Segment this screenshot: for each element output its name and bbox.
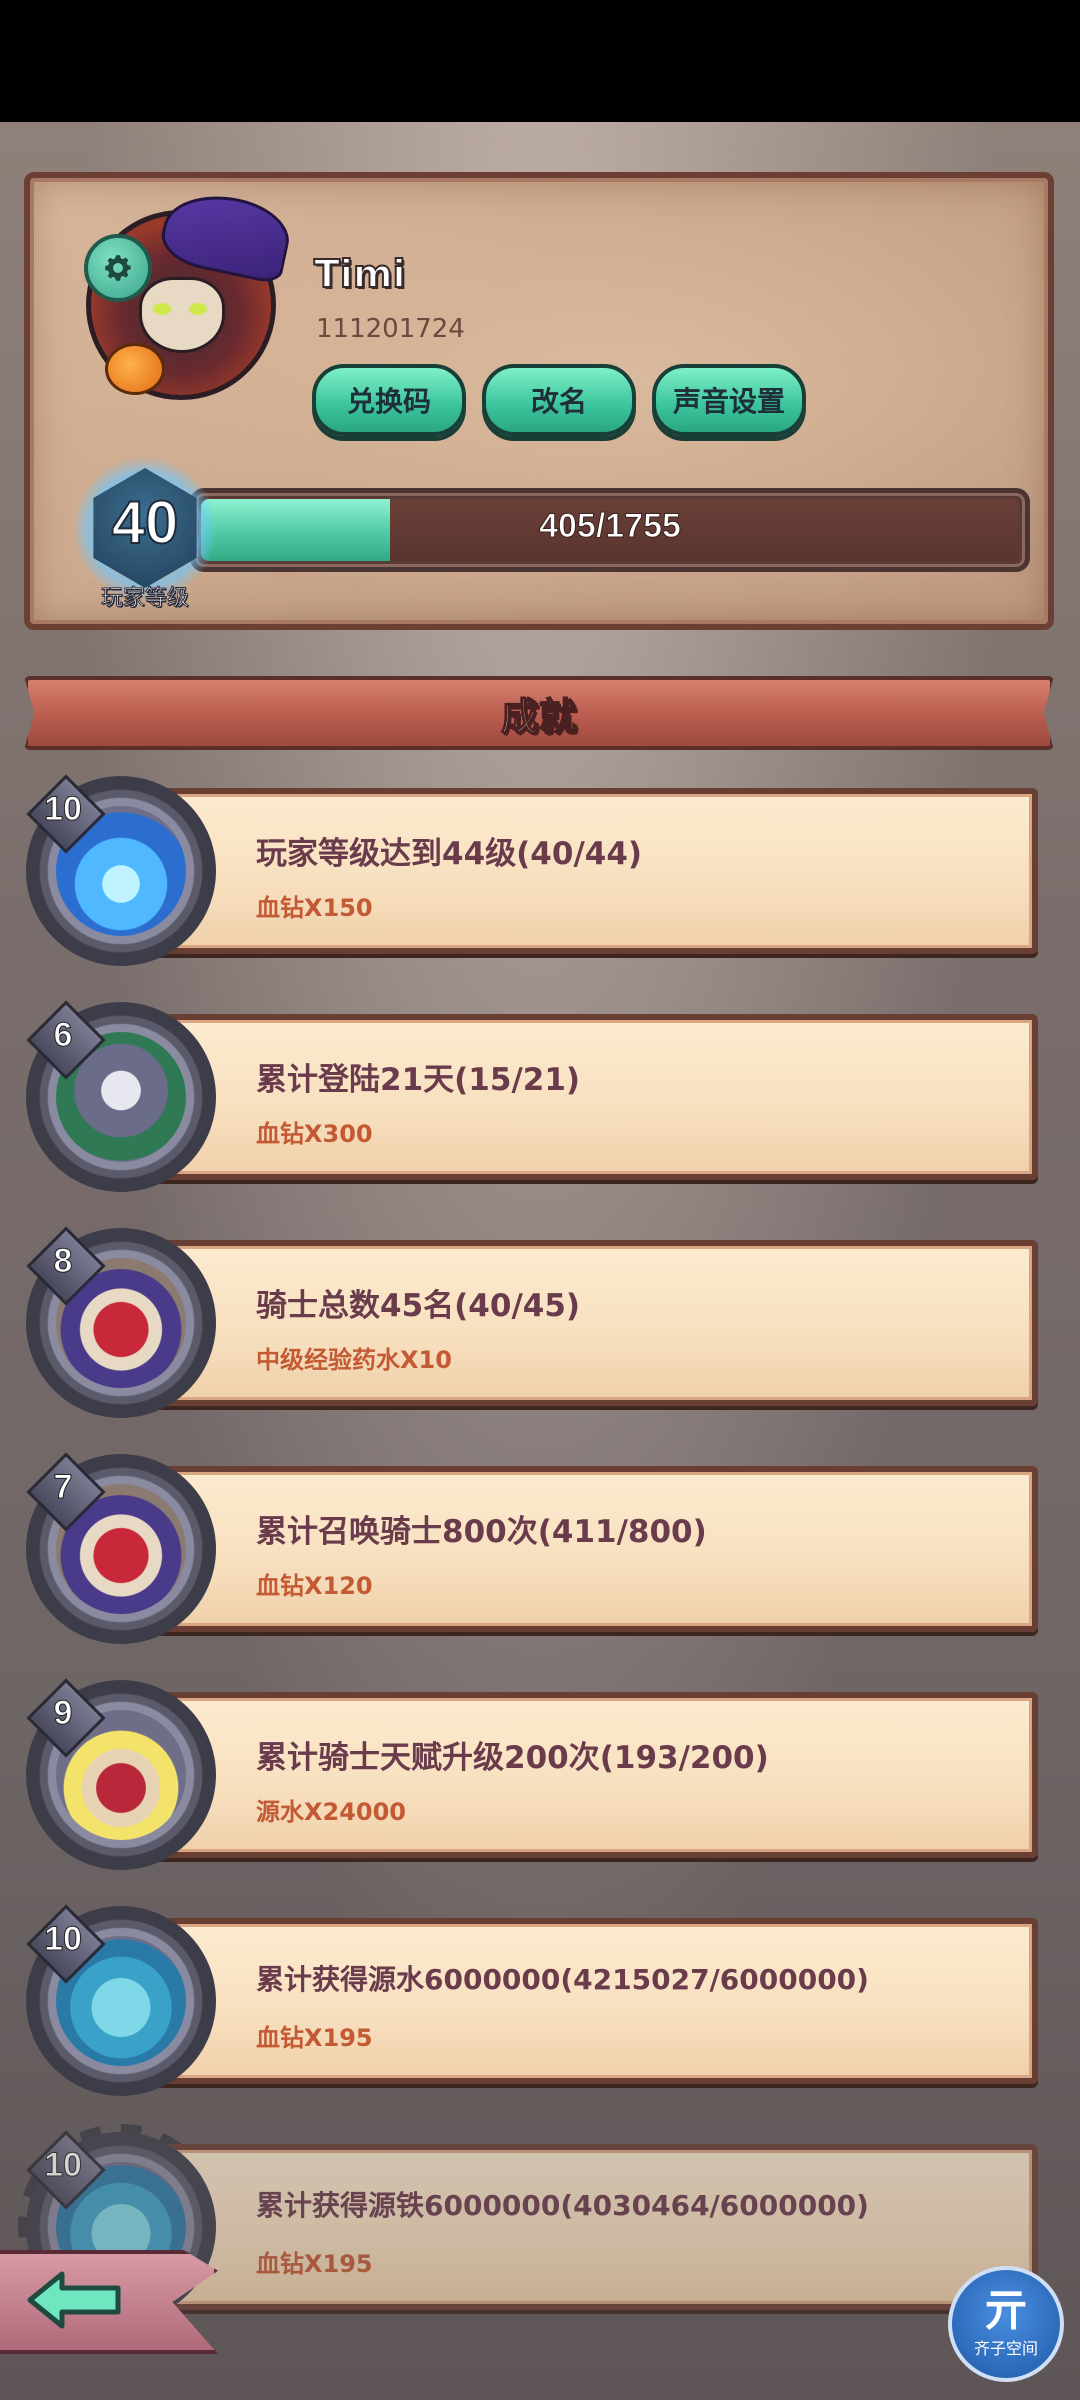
achievement-reward: 血钻X195 — [256, 2250, 373, 2278]
player-level: 40 — [111, 488, 180, 557]
xp-text: 405/1755 — [539, 507, 682, 546]
achievement-card — [150, 1918, 1038, 2084]
achievement-item[interactable]: 6 累计登陆21天(15/21) 血钻X300 — [0, 994, 1080, 1200]
avatar-face — [139, 277, 225, 353]
level-badge: 40 玩家等级 — [70, 458, 220, 612]
status-bar — [0, 0, 1080, 122]
player-level-label: 玩家等级 — [100, 586, 189, 612]
achievement-item[interactable]: 8 骑士总数45名(40/45) 中级经验药水X10 — [0, 1220, 1080, 1426]
achievement-item[interactable]: 9 累计骑士天赋升级200次(193/200) 源水X24000 — [0, 1672, 1080, 1878]
achievements-header: 成就 — [24, 676, 1054, 750]
xp-progress-bar: 405/1755 — [190, 488, 1030, 572]
section-title: 成就 — [500, 694, 578, 740]
achievement-item[interactable]: 10 累计获得源水6000000(4215027/6000000) 血钻X195 — [0, 1898, 1080, 2104]
achievement-reward: 血钻X150 — [256, 894, 373, 922]
settings-gear-button[interactable] — [84, 234, 152, 302]
rank-badge: 6 — [26, 1000, 106, 1080]
achievement-item[interactable]: 7 累计召唤骑士800次(411/800) 血钻X120 — [0, 1446, 1080, 1652]
achievement-title: 玩家等级达到44级(40/44) — [256, 836, 643, 872]
profile-card: Timi 111201724 兑换码 改名 声音设置 405/1755 40 玩… — [24, 172, 1054, 630]
sound-settings-button[interactable]: 声音设置 — [652, 364, 806, 436]
player-uid: 111201724 — [316, 314, 465, 344]
rank-badge: 8 — [26, 1226, 106, 1306]
achievement-item[interactable]: 10 玩家等级达到44级(40/44) 血钻X150 — [0, 768, 1080, 974]
rank-number: 10 — [44, 1920, 83, 1959]
rank-badge: 10 — [26, 2130, 106, 2210]
rank-badge: 7 — [26, 1452, 106, 1532]
gear-icon — [105, 255, 131, 281]
avatar-eye-right — [189, 303, 207, 315]
achievement-reward: 血钻X120 — [256, 1572, 373, 1600]
watermark-badge[interactable]: 亓 齐子空间 — [948, 2266, 1064, 2382]
achievement-reward: 源水X24000 — [256, 1798, 406, 1826]
achievement-title: 累计骑士天赋升级200次(193/200) — [256, 1740, 769, 1776]
rank-number: 9 — [53, 1694, 73, 1733]
rank-number: 8 — [53, 1242, 73, 1281]
witch-hat-icon — [156, 184, 296, 286]
bottom-fade — [0, 2372, 1080, 2400]
achievement-card — [150, 2144, 1038, 2310]
redeem-code-button[interactable]: 兑换码 — [312, 364, 466, 436]
achievement-title: 累计获得源水6000000(4215027/6000000) — [256, 1963, 869, 1996]
achievement-reward: 血钻X300 — [256, 1120, 373, 1148]
rank-badge: 9 — [26, 1678, 106, 1758]
achievement-title: 累计召唤骑士800次(411/800) — [256, 1514, 707, 1550]
back-arrow-icon — [27, 2271, 121, 2329]
achievement-title: 累计登陆21天(15/21) — [256, 1062, 581, 1098]
rank-number: 10 — [44, 790, 83, 829]
achievement-title: 骑士总数45名(40/45) — [256, 1288, 581, 1324]
avatar-eye-left — [153, 303, 171, 315]
rename-button[interactable]: 改名 — [482, 364, 636, 436]
rank-number: 7 — [53, 1468, 73, 1507]
watermark-logo-icon: 亓 — [984, 2285, 1028, 2336]
back-button[interactable] — [0, 2240, 220, 2360]
achievement-reward: 中级经验药水X10 — [256, 1346, 452, 1374]
player-name: Timi — [313, 251, 407, 297]
rank-badge: 10 — [26, 774, 106, 854]
rank-number: 10 — [44, 2146, 83, 2185]
rank-number: 6 — [53, 1016, 73, 1055]
pumpkin-icon — [105, 343, 165, 395]
achievement-title: 累计获得源铁6000000(4030464/6000000) — [256, 2189, 869, 2222]
rank-badge: 10 — [26, 1904, 106, 1984]
watermark-label: 齐子空间 — [973, 2339, 1038, 2358]
achievement-reward: 血钻X195 — [256, 2024, 373, 2052]
